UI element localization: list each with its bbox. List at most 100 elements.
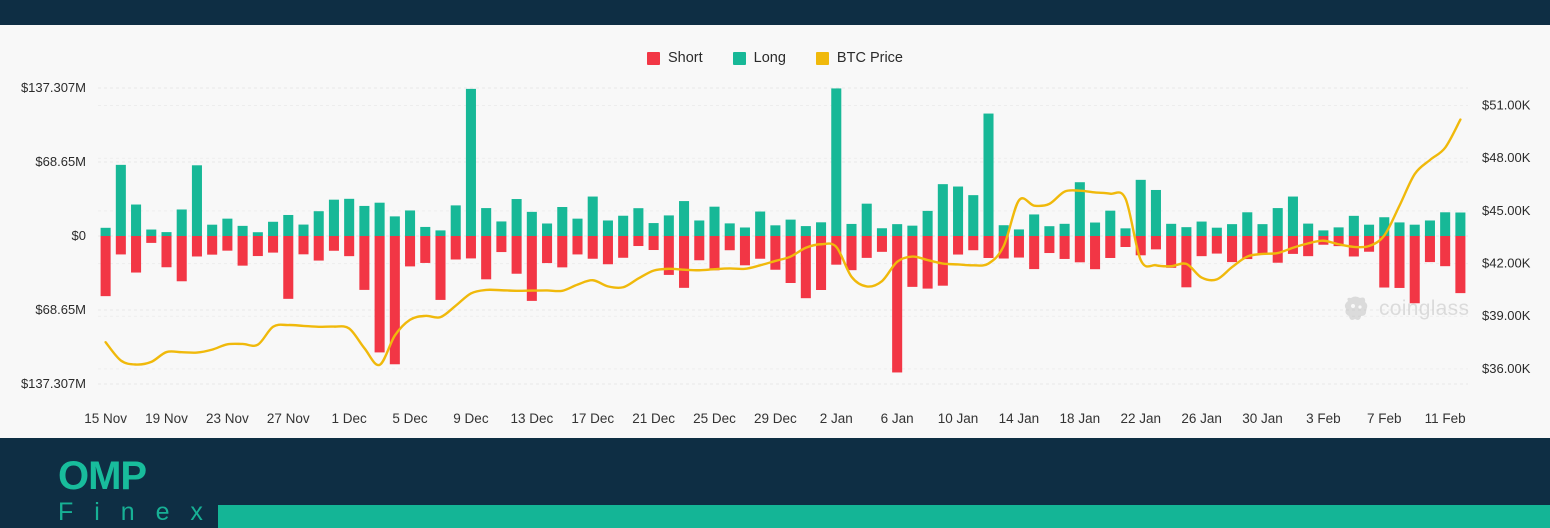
bar-short[interactable]: [1196, 236, 1207, 257]
bar-short[interactable]: [161, 236, 172, 268]
bar-short[interactable]: [191, 236, 202, 257]
bar-long[interactable]: [709, 206, 720, 236]
bar-long[interactable]: [602, 220, 613, 236]
bar-short[interactable]: [968, 236, 979, 251]
bar-short[interactable]: [724, 236, 735, 251]
bar-short[interactable]: [1090, 236, 1101, 270]
bar-long[interactable]: [1090, 222, 1101, 236]
bar-short[interactable]: [907, 236, 918, 287]
bar-short[interactable]: [359, 236, 370, 290]
bar-long[interactable]: [1013, 229, 1024, 236]
bar-long[interactable]: [572, 218, 583, 236]
bar-long[interactable]: [1364, 224, 1375, 236]
bar-long[interactable]: [1059, 223, 1070, 236]
bar-short[interactable]: [328, 236, 339, 251]
bar-short[interactable]: [937, 236, 948, 286]
bar-short[interactable]: [1166, 236, 1177, 268]
liquidation-svg-plot[interactable]: $137.307M $68.65M $0 $68.65M $137.307M $51.00…: [0, 25, 1550, 438]
bar-long[interactable]: [1242, 212, 1253, 236]
bar-long[interactable]: [1166, 223, 1177, 236]
bar-short[interactable]: [922, 236, 933, 289]
bar-short[interactable]: [313, 236, 324, 261]
bar-short[interactable]: [1257, 236, 1268, 255]
bar-long[interactable]: [922, 210, 933, 236]
bar-long[interactable]: [618, 215, 629, 236]
bar-short[interactable]: [496, 236, 507, 253]
bar-short[interactable]: [892, 236, 903, 373]
bar-short[interactable]: [648, 236, 659, 251]
bar-short[interactable]: [1059, 236, 1070, 259]
bar-long[interactable]: [328, 199, 339, 236]
bar-short[interactable]: [252, 236, 263, 257]
bar-short[interactable]: [572, 236, 583, 255]
bar-long[interactable]: [785, 219, 796, 236]
bar-long[interactable]: [1394, 222, 1405, 236]
bar-long[interactable]: [1150, 189, 1161, 236]
bar-short[interactable]: [344, 236, 355, 257]
bar-long[interactable]: [1303, 223, 1314, 236]
bar-short[interactable]: [953, 236, 964, 255]
bar-long[interactable]: [389, 216, 400, 236]
bar-short[interactable]: [861, 236, 872, 258]
bar-short[interactable]: [1105, 236, 1116, 258]
bar-long[interactable]: [953, 186, 964, 236]
bar-short[interactable]: [557, 236, 568, 268]
bar-short[interactable]: [511, 236, 522, 274]
bar-long[interactable]: [100, 227, 111, 236]
bar-long[interactable]: [542, 223, 553, 236]
bar-long[interactable]: [1211, 227, 1222, 236]
bar-short[interactable]: [1394, 236, 1405, 288]
bar-long[interactable]: [1333, 227, 1344, 236]
bar-long[interactable]: [435, 230, 446, 236]
bar-short[interactable]: [846, 236, 857, 271]
bar-long[interactable]: [679, 201, 690, 236]
bar-long[interactable]: [237, 225, 248, 236]
bar-long[interactable]: [222, 218, 233, 236]
bar-short[interactable]: [420, 236, 431, 263]
bar-long[interactable]: [800, 226, 811, 236]
bar-long[interactable]: [526, 211, 537, 236]
bar-long[interactable]: [648, 223, 659, 236]
bar-long[interactable]: [1120, 228, 1131, 236]
bar-long[interactable]: [1409, 224, 1420, 236]
bar-short[interactable]: [1044, 236, 1055, 254]
bar-long[interactable]: [359, 205, 370, 236]
bar-long[interactable]: [1181, 227, 1192, 236]
bar-long[interactable]: [344, 198, 355, 236]
bar-long[interactable]: [405, 210, 416, 236]
bar-short[interactable]: [207, 236, 218, 255]
bar-short[interactable]: [298, 236, 309, 255]
bar-short[interactable]: [1455, 236, 1466, 294]
bar-long[interactable]: [374, 202, 385, 236]
bar-long[interactable]: [146, 229, 157, 236]
bar-short[interactable]: [146, 236, 157, 243]
bar-long[interactable]: [1044, 226, 1055, 236]
bar-long[interactable]: [1272, 208, 1283, 236]
bar-short[interactable]: [770, 236, 781, 270]
bar-short[interactable]: [283, 236, 294, 299]
bar-long[interactable]: [876, 228, 887, 236]
bar-short[interactable]: [115, 236, 126, 255]
bar-short[interactable]: [1013, 236, 1024, 258]
bar-short[interactable]: [755, 236, 766, 259]
bar-long[interactable]: [420, 226, 431, 236]
bar-long[interactable]: [557, 207, 568, 236]
bar-short[interactable]: [876, 236, 887, 252]
bar-short[interactable]: [435, 236, 446, 300]
bar-short[interactable]: [268, 236, 279, 253]
bar-long[interactable]: [755, 211, 766, 236]
bar-short[interactable]: [602, 236, 613, 265]
bar-short[interactable]: [100, 236, 111, 297]
bar-long[interactable]: [450, 205, 461, 236]
bar-long[interactable]: [663, 215, 674, 236]
bar-long[interactable]: [115, 164, 126, 236]
bar-long[interactable]: [496, 221, 507, 236]
bar-short[interactable]: [709, 236, 720, 271]
bar-long[interactable]: [465, 88, 476, 236]
bar-long[interactable]: [861, 203, 872, 236]
bar-long[interactable]: [283, 214, 294, 236]
bar-long[interactable]: [907, 225, 918, 236]
bar-long[interactable]: [1440, 212, 1451, 236]
bar-short[interactable]: [618, 236, 629, 258]
bar-long[interactable]: [313, 211, 324, 236]
